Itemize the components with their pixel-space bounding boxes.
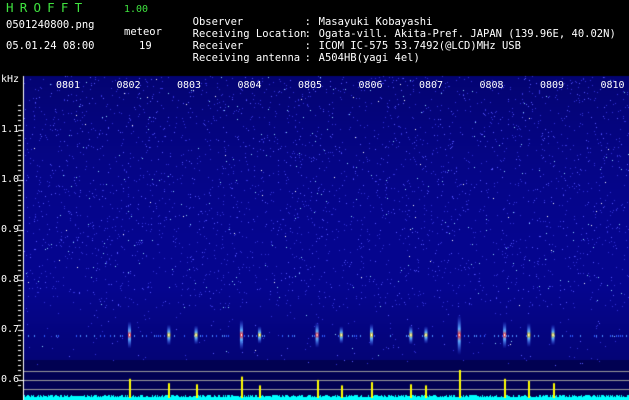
time-tick-label: 0806 [358,80,383,91]
frequency-tick-label: 0.8 [1,274,20,285]
info-row-antenna: Receiving antenna: A504HB(yagi 4el) [180,40,420,64]
version-label: 1.00 [124,4,149,15]
frequency-tick-label: 1.1 [1,124,20,135]
info-value: A504HB(yagi 4el) [318,52,420,64]
datetime-label: 05.01.24 08:00 [6,40,95,52]
time-tick-label: 0803 [177,80,202,91]
time-tick-label: 0804 [237,80,262,91]
app-title: HROFFT [6,0,89,15]
spectrogram-canvas [0,72,629,400]
time-tick-label: 0802 [116,80,141,91]
info-key: Receiving antenna [192,52,301,64]
frequency-tick-label: 0.6 [1,374,20,385]
frequency-tick-label: 1.0 [1,174,20,185]
time-tick-label: 0801 [56,80,81,91]
filename-label: 0501240800.png [6,19,95,31]
time-tick-label: 0808 [479,80,504,91]
info-colon: : [304,52,311,64]
meteor-label: meteor [124,26,162,38]
frequency-unit-label: kHz [1,74,20,85]
meteor-count: 19 [139,40,152,52]
time-tick-label: 0807 [419,80,444,91]
time-tick-label: 0809 [540,80,565,91]
time-tick-label: 0805 [298,80,323,91]
time-tick-label: 0810 [600,80,625,91]
frequency-tick-label: 0.7 [1,324,20,335]
frequency-tick-label: 0.9 [1,224,20,235]
